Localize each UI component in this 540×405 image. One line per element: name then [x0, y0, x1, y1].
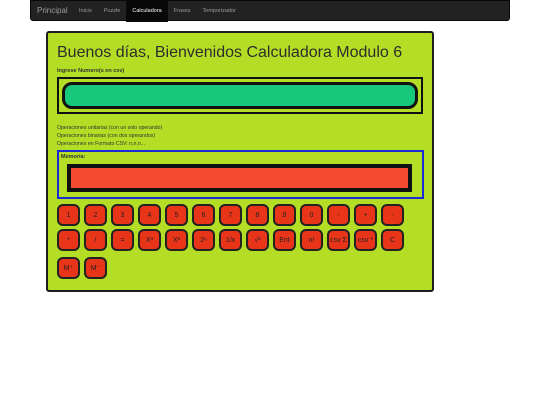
navbar-brand[interactable]: Principal [37, 6, 68, 15]
key-button-r1-12[interactable]: + [354, 204, 377, 226]
memory-frame: Memoria: [57, 150, 424, 199]
key-button-r2-2[interactable]: / [84, 229, 107, 251]
key-button-r3-1[interactable]: M⁺ [57, 257, 80, 279]
key-button-r2-11[interactable]: csv Σ [327, 229, 350, 251]
info-unitarias: Operaciones unitarias (con un solo opera… [57, 125, 163, 131]
nav-inicio[interactable]: Inicio [73, 1, 98, 22]
calculator-panel: Buenos días, Bienvenidos Calculadora Mod… [46, 31, 434, 292]
key-button-r1-5[interactable]: 5 [165, 204, 188, 226]
key-button-r2-12[interactable]: csv * [354, 229, 377, 251]
nav-frases[interactable]: Frases [168, 1, 197, 22]
input-label: Ingrese Numero(s en csv) [57, 68, 125, 74]
key-button-r2-10[interactable]: n! [300, 229, 323, 251]
key-button-r1-6[interactable]: 6 [192, 204, 215, 226]
memory-display [67, 164, 412, 192]
key-button-r1-7[interactable]: 7 [219, 204, 242, 226]
navbar: Principal Inicio Puzzle Calculadora Fras… [30, 0, 510, 22]
key-button-r3-2[interactable]: M⁻ [84, 257, 107, 279]
key-button-r1-13[interactable]: - [381, 204, 404, 226]
key-button-r1-11[interactable]: - [327, 204, 350, 226]
key-button-r2-5[interactable]: X² [165, 229, 188, 251]
key-button-r2-3[interactable]: = [111, 229, 134, 251]
key-button-r1-2[interactable]: 2 [84, 204, 107, 226]
key-button-r1-3[interactable]: 3 [111, 204, 134, 226]
nav-temporizador[interactable]: Temporizador [197, 1, 242, 22]
key-button-r1-1[interactable]: 1 [57, 204, 80, 226]
key-button-r1-8[interactable]: 8 [246, 204, 269, 226]
key-button-r2-7[interactable]: 1/x [219, 229, 242, 251]
key-button-r1-9[interactable]: 9 [273, 204, 296, 226]
page-title: Buenos días, Bienvenidos Calculadora Mod… [57, 44, 403, 61]
key-button-r2-8[interactable]: √² [246, 229, 269, 251]
nav-links: Inicio Puzzle Calculadora Frases Tempori… [73, 1, 242, 22]
number-input[interactable] [62, 82, 418, 109]
info-csv: Operaciones en Formato CSV: n,n,n... [57, 141, 146, 147]
nav-puzzle[interactable]: Puzzle [98, 1, 127, 22]
memory-label: Memoria: [61, 154, 86, 160]
info-binarias: Operaciones binarias (con dos operandos) [57, 133, 156, 139]
key-button-r2-1[interactable]: * [57, 229, 80, 251]
key-button-r1-4[interactable]: 4 [138, 204, 161, 226]
input-frame [57, 77, 423, 114]
key-button-r2-13[interactable]: C [381, 229, 404, 251]
key-button-r2-4[interactable]: X³ [138, 229, 161, 251]
key-button-r1-10[interactable]: 0 [300, 204, 323, 226]
key-button-r2-6[interactable]: 2ⁿ [192, 229, 215, 251]
nav-calculadora[interactable]: Calculadora [126, 1, 168, 22]
key-button-r2-9[interactable]: Ent [273, 229, 296, 251]
